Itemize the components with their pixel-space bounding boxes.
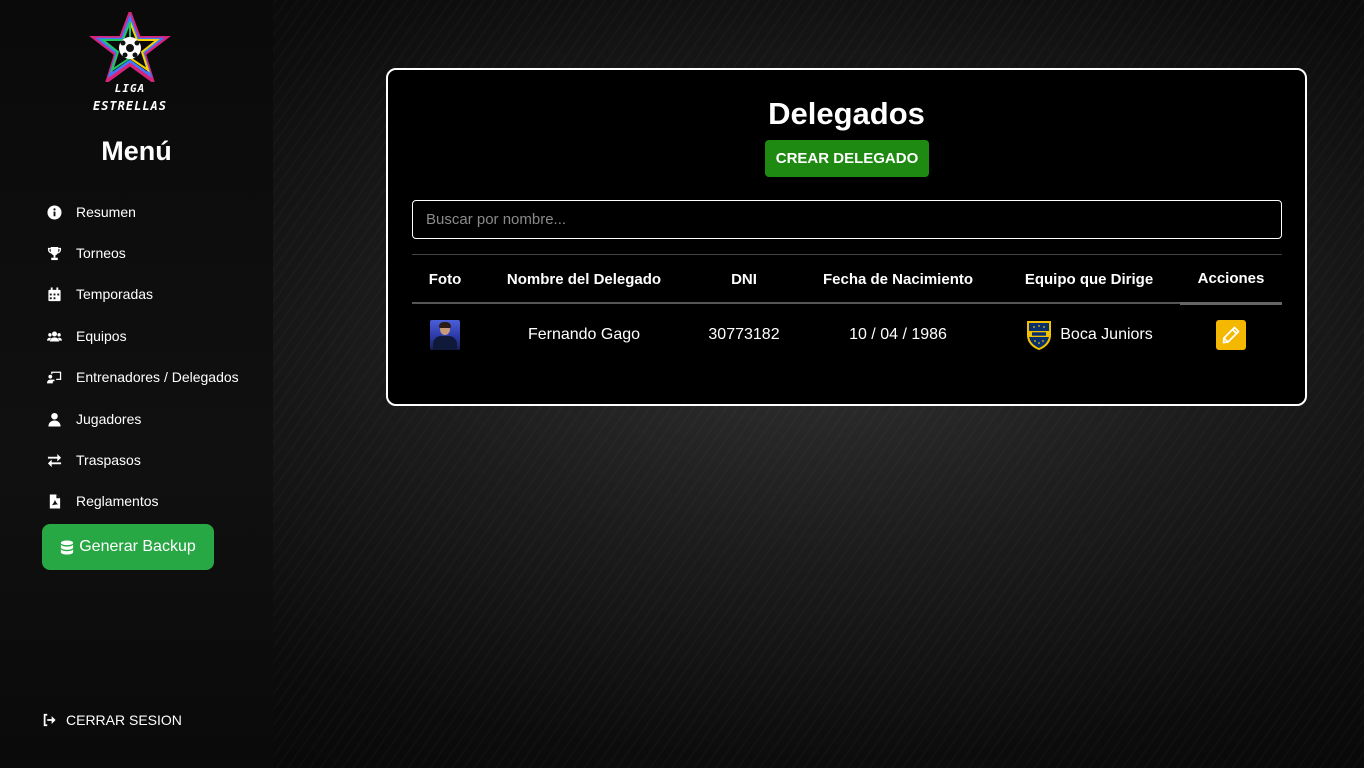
delegates-card: Delegados CREAR DELEGADO Foto Nombre del… — [386, 68, 1307, 406]
delegates-table: Foto Nombre del Delegado DNI Fecha de Na… — [412, 254, 1282, 366]
team-name: Boca Juniors — [1060, 326, 1153, 343]
cell-name: Fernando Gago — [527, 326, 641, 343]
column-header-fecha: Fecha de Nacimiento — [822, 270, 974, 288]
menu-title: Menú — [101, 136, 172, 166]
table-header: Foto Nombre del Delegado DNI Fecha de Na… — [412, 254, 1282, 305]
logout-link[interactable]: CERRAR SESION — [42, 708, 182, 732]
sidebar: LIGA ESTRELLAS Menú Resumen Torneos Temp… — [0, 0, 273, 768]
sidebar-item-traspasos[interactable]: Traspasos — [44, 448, 141, 472]
backup-label: Generar Backup — [79, 538, 196, 555]
sidebar-item-torneos[interactable]: Torneos — [44, 241, 126, 265]
star-logo-icon — [89, 8, 171, 86]
cell-actions — [1180, 304, 1282, 366]
sidebar-item-label: Reglamentos — [76, 493, 159, 509]
database-icon — [61, 539, 74, 555]
generate-backup-button[interactable]: Generar Backup — [42, 524, 214, 570]
column-header-nombre: Nombre del Delegado — [506, 270, 662, 288]
cell-dni: 30773182 — [708, 326, 780, 343]
logo-text-estrellas: ESTRELLAS — [92, 99, 168, 113]
sidebar-item-label: Jugadores — [76, 411, 142, 427]
exchange-icon — [44, 452, 64, 468]
calendar-icon — [44, 286, 64, 302]
sidebar-item-reglamentos[interactable]: Reglamentos — [44, 489, 159, 513]
cell-team: Boca Juniors — [998, 304, 1180, 366]
logout-label: CERRAR SESION — [66, 712, 182, 728]
sidebar-item-label: Traspasos — [76, 452, 141, 468]
boca-juniors-crest-icon — [1027, 321, 1052, 350]
cell-photo — [412, 304, 478, 366]
search-input[interactable] — [412, 200, 1282, 239]
sidebar-item-resumen[interactable]: Resumen — [44, 200, 136, 224]
users-icon — [44, 328, 64, 344]
sidebar-item-entrenadores-delegados[interactable]: Entrenadores / Delegados — [44, 365, 239, 389]
trophy-icon — [44, 245, 64, 261]
info-circle-icon — [44, 204, 64, 220]
table-row: Fernando Gago 30773182 10 / 04 / 1986 Bo… — [412, 304, 1282, 366]
edit-button[interactable] — [1216, 320, 1246, 350]
sidebar-item-temporadas[interactable]: Temporadas — [44, 282, 153, 306]
sidebar-item-label: Resumen — [76, 204, 136, 220]
column-header-equipo: Equipo que Dirige — [1024, 270, 1154, 288]
pencil-icon — [1222, 326, 1240, 344]
sidebar-item-label: Entrenadores / Delegados — [76, 369, 239, 385]
column-header-acciones: Acciones — [1180, 255, 1282, 305]
column-header-dni: DNI — [731, 270, 757, 288]
sign-out-icon — [43, 713, 56, 727]
page-title: Delegados — [768, 96, 925, 131]
sidebar-item-equipos[interactable]: Equipos — [44, 324, 127, 348]
delegate-photo — [430, 320, 460, 350]
logo-text-liga: LIGA — [114, 82, 146, 95]
sidebar-item-label: Temporadas — [76, 286, 154, 302]
file-pdf-icon — [44, 493, 64, 509]
sidebar-item-jugadores[interactable]: Jugadores — [44, 407, 141, 431]
sidebar-item-label: Equipos — [76, 328, 127, 344]
league-logo: LIGA ESTRELLAS — [88, 8, 172, 116]
column-header-foto: Foto — [428, 270, 462, 288]
user-icon — [44, 411, 64, 427]
chalkboard-teacher-icon — [44, 369, 64, 385]
sidebar-item-label: Torneos — [76, 245, 126, 261]
cell-birthdate: 10 / 04 / 1986 — [849, 326, 947, 343]
create-delegate-button[interactable]: CREAR DELEGADO — [765, 140, 929, 177]
